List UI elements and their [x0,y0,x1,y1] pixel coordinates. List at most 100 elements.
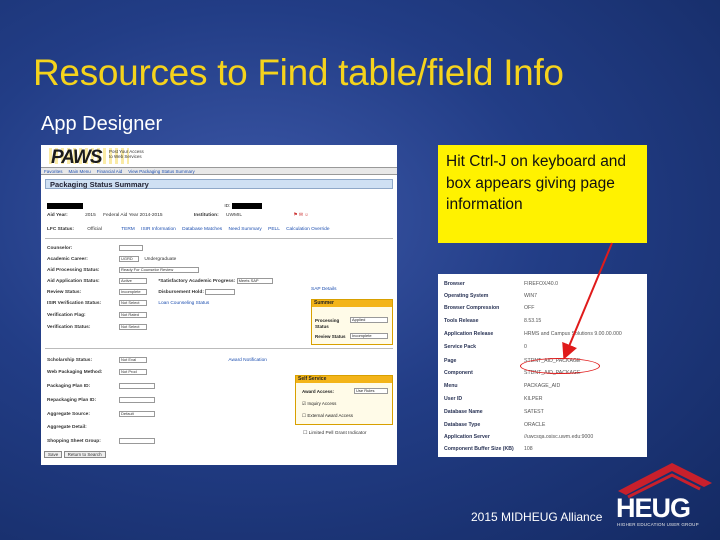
field-label: Review Status: [47,290,82,296]
info-key: Menu [444,383,458,389]
field-label: Verification Flag: [47,313,86,319]
id-label: ID: [224,204,231,210]
field-repackaging-plan: Repackaging Plan ID: [47,397,155,403]
career-desc: Undergraduate [144,257,177,263]
field-verification-status: Verification Status: Not Select [47,324,147,330]
sap-select[interactable]: Meets SAP [236,278,273,284]
inquiry-label: Inquiry Access [307,401,337,406]
field-label: Aid Processing Status: [47,268,100,274]
info-value: OFF [524,305,535,311]
award-access-select[interactable]: Use Rules [354,388,388,394]
info-row: Browser FIREFOX/40.0 [444,281,643,293]
redacted-name [47,203,83,209]
isir-select[interactable]: Not Select [119,300,147,306]
aid-application-select[interactable]: Active [119,278,147,284]
counselor-input[interactable] [119,245,143,251]
info-key: Application Server [444,434,490,440]
field-aid-application: Aid Application Status: Active *Satisfact… [47,278,273,284]
info-key: Component [444,370,473,376]
institution-value: UWMIL [226,213,242,218]
sap-details-link[interactable]: SAP Details [311,287,337,292]
footer-text: 2015 MIDHEUG Alliance [471,510,603,524]
info-key: Service Pack [444,344,477,350]
link-pell[interactable]: PELL [268,227,280,232]
heug-logo-tagline: HIGHER EDUCATION USER GROUP [617,522,699,527]
flag-icons[interactable]: ⚑ ✉ ☺ [293,213,309,218]
paws-page-title: Packaging Status Summary [45,179,393,189]
field-label: Web Packaging Method: [47,370,103,376]
link-calc-override[interactable]: Calculation Override [286,227,329,232]
field-label: Counselor: [47,246,73,252]
nav-financial-aid[interactable]: Financial Aid [97,169,123,174]
external-access-row: ☐ External Award Access [302,413,353,419]
packaging-plan-input[interactable] [119,383,155,389]
career-input[interactable]: UGRD [119,256,139,262]
link-isir[interactable]: ISIR Information [141,227,176,232]
field-counselor: Counselor: [47,245,143,251]
field-shopping-sheet: Shopping Sheet Group: [47,438,155,444]
info-row: Application Server //uwcsqa.osisc.uwm.edu… [444,434,643,446]
web-packaging-select[interactable]: Not Prod [119,369,147,375]
inquiry-checkbox[interactable]: ☑ [302,401,306,406]
slide-subtitle: App Designer [41,113,163,135]
summer-review-label: Review Status [315,334,346,339]
external-checkbox[interactable]: ☐ [302,413,306,418]
info-row: Application Release HRMS and Campus Solut… [444,331,643,343]
aid-processing-select[interactable]: Ready For Counselor Review [119,267,199,273]
info-key: Database Type [444,422,481,428]
sap-details-link-wrap: SAP Details [311,287,337,292]
summer-review-select[interactable]: Incomplete [350,333,388,339]
external-label: External Award Access [307,413,354,418]
shopping-sheet-input[interactable] [119,438,155,444]
award-notification-link[interactable]: Award Notification [228,358,267,363]
info-row: Operating System WIN7 [444,293,643,305]
paws-aid-year-row: Aid Year: 2015 Federal Aid Year 2014-201… [47,213,309,218]
summer-box: Summer Processing Status Applied Review … [311,299,393,345]
paws-header: PAWS Post Your Access to Web Services [41,145,397,168]
nav-favorites[interactable]: Favorites [44,169,63,174]
scholarship-select[interactable]: Not Eval [119,357,147,363]
field-label: Academic Career: [47,257,88,263]
pell-indicator-row: ☐ Limited Pell Grant Indicator [303,431,367,436]
link-need-summary[interactable]: Need Summary [228,227,261,232]
nav-main-menu[interactable]: Main Menu [69,169,91,174]
field-label: ISIR Verification Status: [47,301,102,307]
field-verification-flag: Verification Flag: Not Rated [47,312,147,318]
info-row: Database Name SATEST [444,409,643,421]
link-term[interactable]: TERM [121,227,135,232]
inquiry-access-row: ☑ Inquiry Access [302,401,336,407]
field-label: Aggregate Detail: [47,425,87,430]
repackaging-plan-input[interactable] [119,397,155,403]
verification-flag-select[interactable]: Not Rated [119,312,147,318]
link-database-matches[interactable]: Database Matches [182,227,222,232]
review-status-select[interactable]: Incomplete [119,289,147,295]
info-row: User ID KILPER [444,396,643,408]
summer-processing-select[interactable]: Applied [350,317,388,323]
heug-logo-word: HEUG [616,493,691,523]
verification-status-select[interactable]: Not Select [119,324,147,330]
info-key: User ID [444,396,463,402]
info-key: Browser [444,281,465,287]
summer-box-title: Summer [312,300,392,307]
info-key: Database Name [444,409,483,415]
sap-label: *Satisfactory Academic Progress: [158,279,236,285]
return-to-search-button[interactable]: Return to Search [63,451,106,458]
field-label: Aid Application Status: [47,279,100,285]
disbursement-select[interactable] [205,289,236,295]
award-access-label: Award Access: [302,389,335,394]
field-aid-processing: Aid Processing Status: Ready For Counselo… [47,267,199,273]
slide-title: Resources to Find table/field Info [33,52,564,93]
pell-checkbox[interactable]: ☐ [303,431,307,436]
aggregate-source-select[interactable]: Default [119,411,155,417]
aid-year-label: Aid Year: [47,213,68,218]
loan-counseling-link[interactable]: Loan Counseling Status [158,301,209,306]
paws-id-row: ID: [47,203,262,209]
save-button[interactable]: Save [44,451,63,458]
pell-label: Limited Pell Grant Indicator [308,431,367,436]
paws-logo: PAWS [51,147,103,168]
info-value: KILPER [524,396,543,402]
nav-view-packaging[interactable]: View Packaging Status Summary [128,169,194,174]
disbursement-label: Disbursement Hold: [158,290,204,296]
info-value: 8.53.15 [524,318,542,324]
field-label: Verification Status: [47,325,91,331]
